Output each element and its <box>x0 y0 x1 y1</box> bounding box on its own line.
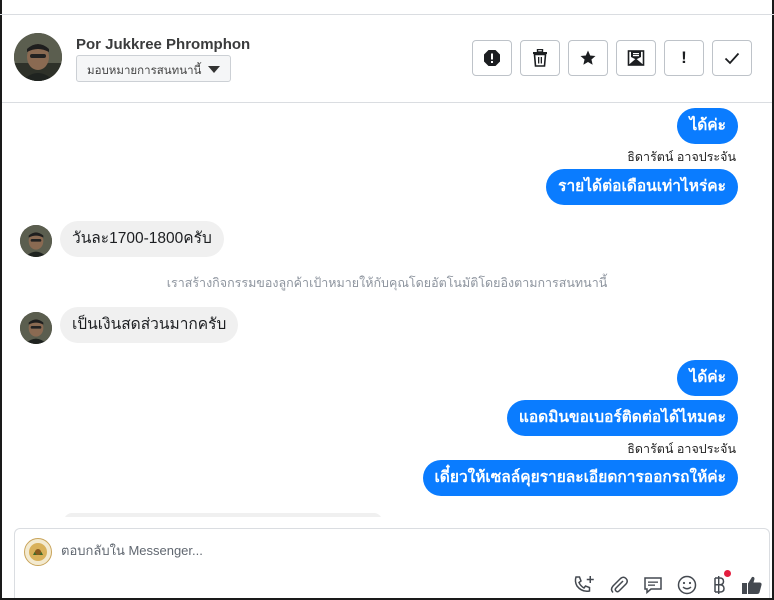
phone-add-icon[interactable] <box>573 575 595 600</box>
attachment-icon[interactable] <box>609 575 629 600</box>
contact-name[interactable]: Por Jukkree Phromphon <box>76 36 250 53</box>
mark-unread-button[interactable] <box>616 40 656 76</box>
baht-payment-icon[interactable] <box>711 570 731 600</box>
composer-toolbar <box>573 570 763 600</box>
contact-avatar[interactable] <box>14 33 62 81</box>
contact-avatar[interactable] <box>20 225 52 257</box>
follow-up-button[interactable]: ! <box>664 40 704 76</box>
message-thread[interactable]: ได้ค่ะ ธิดารัตน์ อาจประจัน รายได้ต่อเดือ… <box>2 103 772 517</box>
saved-replies-icon[interactable] <box>643 575 663 600</box>
outgoing-message[interactable]: รายได้ต่อเดือนเท่าไหร่คะ <box>546 169 738 205</box>
sender-name: ธิดารัตน์ อาจประจัน <box>627 442 736 456</box>
partial-message <box>64 513 382 517</box>
assign-conversation-dropdown[interactable]: มอบหมายการสนทนานี้ <box>76 55 231 82</box>
sender-name: ธิดารัตน์ อาจประจัน <box>627 150 736 164</box>
conversation-toolbar: ! <box>472 40 752 76</box>
spam-icon <box>484 50 500 66</box>
assign-label: มอบหมายการสนทนานี้ <box>87 65 202 77</box>
spam-button[interactable] <box>472 40 512 76</box>
outgoing-message[interactable]: ได้ค่ะ <box>677 360 738 396</box>
mark-done-button[interactable] <box>712 40 752 76</box>
system-notice: เราสร้างกิจกรรมของลูกค้าเป้าหมายให้กับคุ… <box>166 276 608 290</box>
conversation-header: Por Jukkree Phromphon มอบหมายการสนทนานี้ <box>2 15 772 103</box>
follow-up-icon: ! <box>681 48 687 67</box>
outgoing-message[interactable]: แอดมินขอเบอร์ติดต่อได้ไหมคะ <box>506 400 738 436</box>
incoming-message[interactable]: เป็นเงินสดส่วนมากครับ <box>60 307 239 343</box>
delete-button[interactable] <box>520 40 560 76</box>
outgoing-message[interactable]: เดี๋ยวให้เซลล์คุยรายละเอียดการออกรถให้ค่… <box>422 460 738 496</box>
emoji-icon[interactable] <box>677 575 697 600</box>
notification-dot <box>724 570 731 577</box>
star-button[interactable] <box>568 40 608 76</box>
reply-composer <box>14 528 770 598</box>
done-icon <box>724 52 740 65</box>
star-icon <box>580 50 596 65</box>
reply-input[interactable] <box>61 543 561 558</box>
caret-down-icon <box>208 66 220 73</box>
mark-unread-icon <box>627 50 645 66</box>
incoming-message[interactable]: วันละ1700-1800ครับ <box>60 221 224 257</box>
trash-icon <box>533 49 547 67</box>
outgoing-message[interactable]: ได้ค่ะ <box>677 108 738 144</box>
like-icon[interactable] <box>741 575 763 600</box>
page-avatar-icon <box>24 538 52 566</box>
contact-avatar[interactable] <box>20 312 52 344</box>
